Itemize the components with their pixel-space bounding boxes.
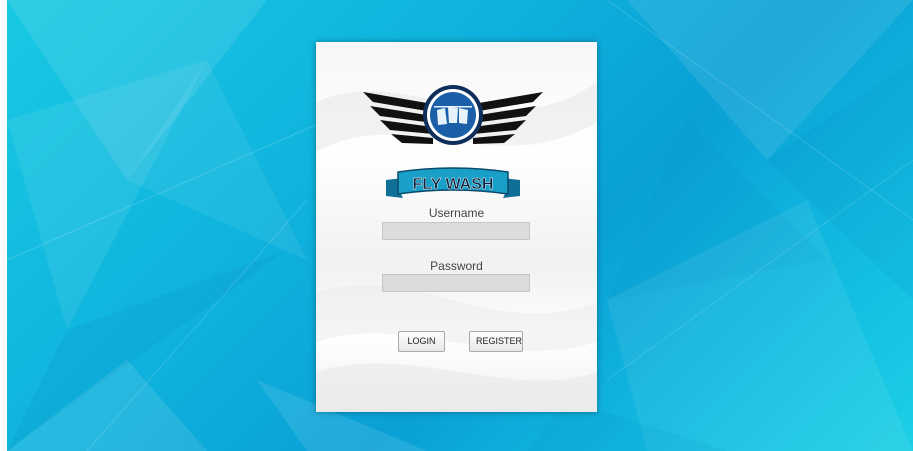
password-label: Password (430, 259, 483, 273)
login-button[interactable]: LOGIN (398, 331, 445, 352)
password-input[interactable] (382, 274, 530, 292)
logo-wordmark: FLY WASH (412, 176, 494, 193)
username-input[interactable] (382, 222, 530, 240)
register-button[interactable]: REGISTER (469, 331, 523, 352)
login-card: FLY WASH Username Password LOGIN REGISTE… (316, 42, 597, 412)
username-label: Username (428, 206, 485, 220)
logo-text: FLY WASH (413, 176, 494, 193)
